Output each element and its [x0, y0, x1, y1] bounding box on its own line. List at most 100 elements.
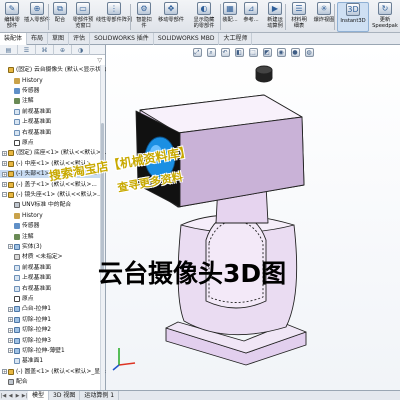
command-tab-1[interactable]: 布局 — [27, 33, 49, 45]
camera-3d-model[interactable] — [106, 45, 400, 390]
ribbon-button-6[interactable]: ✥ 移动零部件 — [155, 2, 187, 32]
ribbon-button-label: 更新 Speedpak — [372, 17, 398, 29]
tree-item-label: 右视基准面 — [22, 285, 51, 292]
tree-item[interactable]: + 切除-拉伸2 — [0, 326, 100, 334]
tree-item[interactable]: 右视基准面 — [0, 128, 100, 136]
tree-item-label: 右视基准面 — [22, 129, 51, 136]
tree-item[interactable]: 配合 — [0, 378, 100, 386]
part-icon — [8, 67, 14, 74]
command-tab-3[interactable]: 评估 — [69, 33, 91, 45]
ribbon-button-10-icon: ▶ — [268, 2, 282, 15]
expand-toggle-icon[interactable]: + — [8, 338, 13, 344]
ribbon-button-4[interactable]: ⋮ 线性零部件阵列 — [95, 2, 133, 32]
ribbon-button-7[interactable]: ◐ 显示隐藏 的零部件 — [186, 2, 222, 32]
ribbon-button-2-icon: ⧉ — [53, 2, 67, 15]
ribbon-button-0[interactable]: ✎ 编辑零 部件 — [1, 2, 23, 32]
tree-item[interactable]: History — [0, 76, 100, 84]
tree-scrollbar[interactable] — [100, 65, 105, 390]
expand-toggle-icon[interactable]: + — [8, 327, 13, 333]
tree-item[interactable]: + (-) 圆盖<1> (默认<<默认>_显示 — [0, 368, 106, 376]
expand-toggle-icon[interactable]: + — [8, 244, 13, 250]
configuration-manager-tab-icon[interactable]: ⌘ — [36, 45, 54, 55]
tree-item[interactable]: 传感器 — [0, 87, 100, 95]
ribbon-button-8-icon: ▦ — [223, 2, 237, 15]
tree-item[interactable]: 上视基准面 — [0, 274, 100, 282]
expand-toggle-icon[interactable]: + — [8, 306, 13, 312]
sens-icon — [14, 223, 20, 230]
display-manager-tab-icon[interactable]: ◑ — [72, 45, 90, 55]
tree-item[interactable]: 前视基准面 — [0, 264, 100, 272]
ribbon-button-11[interactable]: ☰ 材料明 细表 — [287, 2, 311, 32]
expand-toggle-icon[interactable]: + — [8, 317, 13, 323]
ribbon-button-14[interactable]: ↻ 更新 Speedpak — [370, 2, 400, 32]
tree-item[interactable]: + 切除-拉伸-薄壁1 — [0, 347, 100, 355]
tree-item[interactable]: + (固定) 底座<1> (默认<<默认>... — [0, 149, 106, 157]
filter-icon[interactable]: ▽ — [97, 57, 102, 64]
tree-item[interactable]: 材质 <未指定> — [0, 253, 100, 261]
tree-item[interactable]: 前视基准面 — [0, 108, 100, 116]
command-tab-5[interactable]: SOLIDWORKS MBD — [154, 33, 220, 45]
graphics-viewport[interactable]: ⤢ ⌕ ↶ ◧ ⬚ ◩ ◉ ● ◍ 搜索淘宝店【机械资料库】 查寻更多资料 云台… — [48, 45, 400, 390]
plane-icon — [14, 285, 20, 292]
tree-item[interactable]: 上视基准面 — [0, 118, 100, 126]
tree-item[interactable]: 右视基准面 — [0, 284, 100, 292]
property-manager-tab-icon[interactable]: ☰ — [18, 45, 36, 55]
tree-item[interactable]: 原点 — [0, 295, 100, 303]
ribbon-button-5[interactable]: ⚙ 智能扣 件 — [132, 2, 156, 32]
hist-icon — [14, 212, 20, 219]
tree-scrollbar-thumb[interactable] — [101, 123, 104, 273]
ribbon-button-13[interactable]: 3D Instant3D — [337, 2, 369, 32]
camera-housing-side — [177, 116, 305, 208]
ribbon-button-label: 移动零部件 — [158, 17, 184, 23]
tree-item[interactable]: 注解 — [0, 97, 100, 105]
ribbon-button-3[interactable]: ▭ 零部件预 览窗口 — [70, 2, 96, 32]
tree-item[interactable]: (固定) 云台摄像头 (默认<显示状态-1>) — [0, 66, 120, 74]
tree-item[interactable]: + 凸台-拉伸1 — [0, 305, 100, 313]
tree-item[interactable]: + 切除-拉伸3 — [0, 336, 100, 344]
expand-toggle-icon[interactable]: + — [2, 182, 7, 188]
tree-item[interactable]: 注解 — [0, 232, 100, 240]
ribbon-button-2[interactable]: ⧉ 配合 — [50, 2, 70, 32]
tree-item[interactable]: History — [0, 212, 100, 220]
prev-tab-icon[interactable]: ◀ — [7, 392, 14, 400]
bottom-tab-0[interactable]: 模型 — [28, 390, 50, 400]
expand-toggle-icon[interactable]: + — [2, 369, 7, 375]
feature-manager-tab-icon[interactable]: ▤ — [0, 45, 18, 55]
command-tab-0[interactable]: 装配体 — [0, 33, 28, 45]
tree-item-label: 上视基准面 — [22, 119, 51, 126]
tree-item[interactable]: + 切除-拉伸1 — [0, 316, 100, 324]
dimxpert-tab-icon[interactable]: ⊕ — [54, 45, 72, 55]
expand-toggle-icon[interactable]: + — [2, 171, 7, 177]
ribbon-button-label: 爆炸视图 — [313, 17, 335, 23]
command-tab-4[interactable]: SOLIDWORKS 插件 — [90, 33, 154, 45]
part-icon — [8, 160, 14, 167]
ribbon-button-label: 编辑零 部件 — [4, 17, 20, 29]
tree-item[interactable]: 传感器 — [0, 222, 100, 230]
ribbon-button-9[interactable]: ⊿ 参考... — [240, 2, 262, 32]
feature-manager-panel: ▤ ☰ ⌘ ⊕ ◑ ▽ (固定) 云台摄像头 (默认<显示状态-1>) Histo… — [0, 45, 120, 390]
expand-toggle-icon[interactable]: + — [8, 348, 13, 354]
tree-item[interactable]: − (-) 镜头座<1> (默认<<默认>... — [0, 191, 103, 199]
ribbon-button-label: 参考... — [243, 17, 259, 23]
bottom-tab-2[interactable]: 运动算例 1 — [80, 390, 120, 400]
reference-triad-icon — [112, 348, 136, 371]
orig-icon — [14, 139, 20, 146]
tree-item-label: (固定) 底座<1> (默认<<默认>... — [16, 150, 107, 157]
tree-item[interactable]: UNV标准 中的配合 — [0, 201, 100, 209]
bottom-tab-1[interactable]: 3D 视图 — [49, 390, 81, 400]
part-icon — [8, 191, 14, 198]
expand-toggle-icon[interactable]: + — [2, 161, 7, 167]
last-tab-icon[interactable]: ▶| — [21, 392, 28, 400]
ribbon-button-1-icon: ⊕ — [30, 2, 44, 15]
tree-item[interactable]: 基准面1 — [0, 357, 100, 365]
first-tab-icon[interactable]: |◀ — [0, 392, 7, 400]
tree-item[interactable]: + 实体(3) — [0, 243, 100, 251]
panel-tab-bar: ▤ ☰ ⌘ ⊕ ◑ — [0, 45, 105, 55]
ribbon-button-8[interactable]: ▦ 装配... — [221, 2, 239, 32]
expand-toggle-icon[interactable]: − — [2, 192, 7, 198]
expand-toggle-icon[interactable]: + — [2, 150, 7, 156]
next-tab-icon[interactable]: ▶ — [14, 392, 21, 400]
command-tab-2[interactable]: 草图 — [48, 33, 70, 45]
tree-item[interactable]: 原点 — [0, 139, 100, 147]
command-tab-6[interactable]: 大工程师 — [219, 33, 253, 45]
